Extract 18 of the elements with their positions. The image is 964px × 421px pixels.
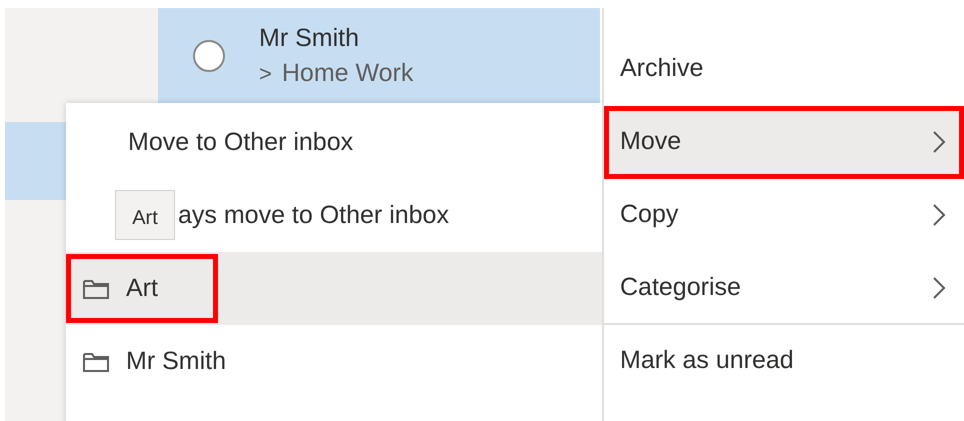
menu-item[interactable]: ays move to Other inbox [176, 179, 602, 252]
folder-menu-item[interactable]: Art [66, 252, 602, 325]
chevron-right-icon [932, 202, 946, 226]
folder-label: Art [126, 274, 158, 303]
chevron-right-icon [932, 130, 946, 154]
message-sender: Mr Smith [259, 24, 360, 52]
message-row[interactable]: Mr Smith > Home Work [158, 8, 600, 103]
chevron-right-icon [932, 276, 946, 300]
menu-item[interactable]: Move to Other inbox [66, 106, 602, 179]
select-radio[interactable] [193, 40, 225, 72]
message-folder: Home Work [282, 58, 414, 88]
folder-menu-item[interactable]: Mr Smith [66, 325, 602, 398]
folder-icon [82, 350, 110, 372]
folder-icon [82, 278, 110, 300]
drag-tooltip: Art [115, 190, 175, 240]
folder-label: Mr Smith [126, 347, 226, 376]
chevron-glyph: > [259, 60, 272, 86]
menu-item[interactable]: Move [604, 106, 964, 179]
